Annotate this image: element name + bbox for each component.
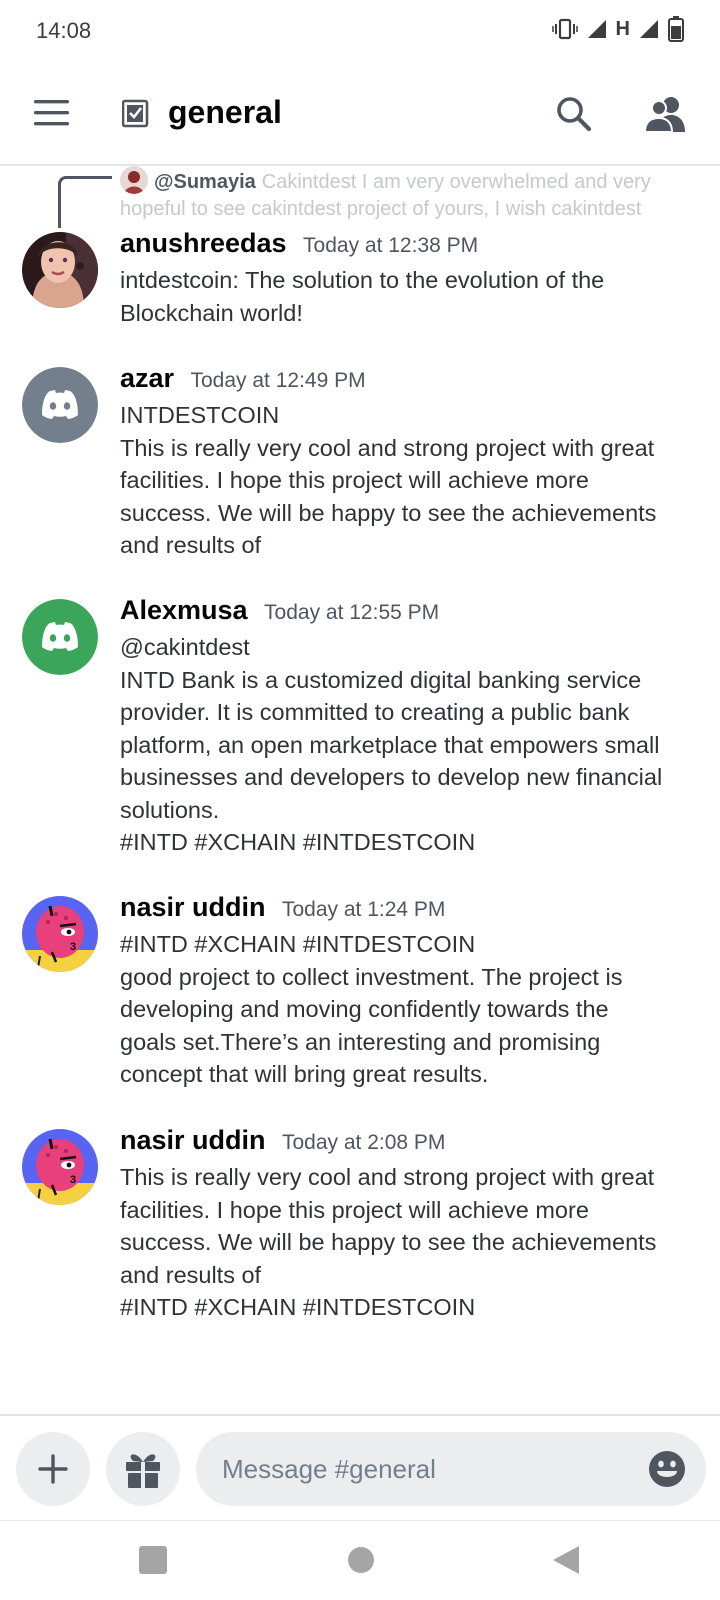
username[interactable]: nasir uddin [120,1125,266,1155]
timestamp: Today at 12:55 PM [264,601,440,624]
avatar-default-gray[interactable] [22,367,98,443]
timestamp: Today at 12:49 PM [190,369,366,392]
avatar-default-green[interactable] [22,599,98,675]
emoji-icon[interactable] [648,1450,686,1488]
message-text: This is really very cool and strong proj… [120,1164,655,1190]
system-navigation-bar [0,1520,720,1600]
battery-icon [668,16,684,42]
search-icon[interactable] [554,94,594,134]
message-text: platform, an open marketplace that empow… [120,731,660,758]
message-text: and results of [120,1261,262,1288]
home-icon[interactable] [347,1546,375,1574]
hamburger-menu-icon[interactable] [34,98,72,128]
message-text: solutions. [120,796,220,823]
username[interactable]: anushreedas [120,228,287,258]
avatar-cartoon[interactable]: 3 [22,896,98,972]
message-text: concept that will bring great results. [120,1061,489,1087]
message-text: INTD Bank is a customized digital bankin… [120,666,642,693]
message-mention[interactable]: @cakintdest [120,631,695,664]
timestamp: Today at 2:08 PM [281,1131,446,1154]
back-icon[interactable] [551,1544,581,1576]
reply-text-line2: hopeful to see cakintdest project of you… [120,198,642,220]
status-icons: H [551,16,684,42]
message-text: developing and moving confidently toward… [120,996,609,1022]
message-text: Blockchain world! [120,299,303,326]
network-type-label: H [615,17,630,40]
timestamp: Today at 1:24 PM [281,898,446,921]
add-attachment-button[interactable] [16,1432,90,1506]
message-text: INTDESTCOIN [120,402,280,428]
message-text: intdestcoin: The solution to the evoluti… [120,267,605,293]
channel-title: general [168,94,282,130]
message-composer [0,1414,720,1520]
username[interactable]: azar [120,363,174,393]
gift-icon [126,1454,160,1488]
message-body: azar Today at 12:49 PM INTDESTCOIN This … [120,363,695,562]
channel-header: general [0,64,720,166]
reply-avatar [120,166,148,194]
reply-preview[interactable]: @Sumayia Cakintdest I am very overwhelmed… [120,166,680,223]
reply-connector [58,176,112,228]
message-input[interactable] [196,1432,706,1506]
message-body: nasir uddin Today at 1:24 PM #INTD #XCHA… [120,892,695,1091]
svg-text:3: 3 [70,1174,76,1186]
message-text: good project to collect investment. The … [120,963,623,990]
message-body: anushreedas Today at 12:38 PM intdestcoi… [120,228,695,329]
vibrate-icon [551,18,578,40]
signal-icon [587,20,606,38]
svg-text:3: 3 [70,941,76,953]
reply-text-line1: Cakintdest I am very overwhelmed and ver… [261,171,651,193]
message-hashtags: #INTD #XCHAIN #INTDESTCOIN [120,931,476,957]
message-text: success. We will be happy to see the ach… [120,1229,657,1255]
gift-button[interactable] [106,1432,180,1506]
message-text: facilities. I hope this project will ach… [120,467,589,493]
message-text: businesses and developers to develop new… [120,764,663,790]
message-text: This is really very cool and strong proj… [120,434,655,461]
reply-username[interactable]: @Sumayia [154,171,256,193]
message-hashtags: #INTD #XCHAIN #INTDESTCOIN [120,1294,476,1320]
message-text: and results of [120,532,262,558]
status-time: 14:08 [36,18,92,43]
message-hashtags: #INTD #XCHAIN #INTDESTCOIN [120,829,476,855]
message-text: facilities. I hope this project will ach… [120,1196,589,1223]
signal-icon-secondary [640,20,658,38]
avatar[interactable] [22,232,98,308]
status-bar: 14:08 H [0,0,720,64]
username[interactable]: nasir uddin [120,892,266,922]
avatar-cartoon[interactable]: 3 [22,1129,98,1205]
timestamp: Today at 12:38 PM [303,234,479,257]
message-text: goals set.There’s an interesting and pro… [120,1028,601,1055]
plus-icon [38,1454,68,1484]
username[interactable]: Alexmusa [120,595,248,625]
recent-apps-icon[interactable] [138,1545,168,1575]
message-text: success. We will be happy to see the ach… [120,499,657,526]
message-text: provider. It is committed to creating a … [120,699,630,725]
text-channel-icon [122,99,149,128]
message-body: nasir uddin Today at 2:08 PM This is rea… [120,1125,695,1324]
message-list[interactable]: @Sumayia Cakintdest I am very overwhelmed… [0,166,720,1414]
message-body: Alexmusa Today at 12:55 PM @cakintdest I… [120,595,695,859]
members-icon[interactable] [644,94,686,134]
